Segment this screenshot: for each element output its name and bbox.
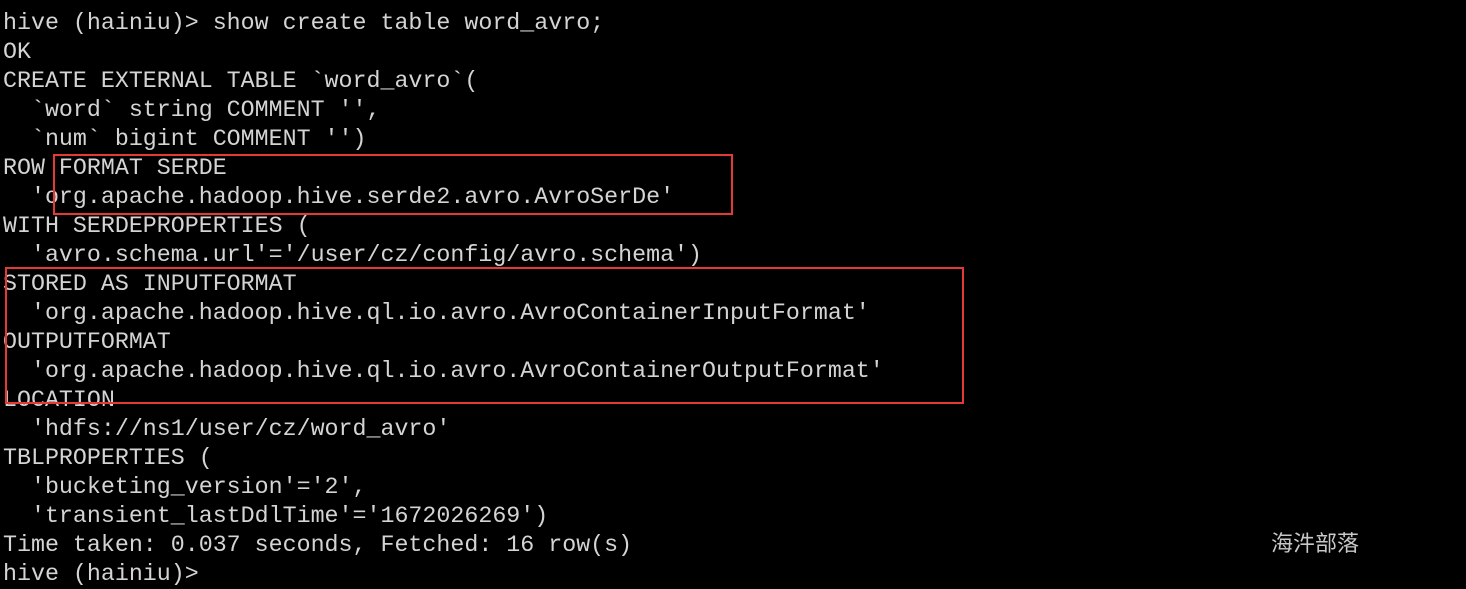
highlight-box-serde: [53, 154, 733, 215]
terminal-line: hive (hainiu)> show create table word_av…: [3, 10, 605, 36]
terminal-line: `num` bigint COMMENT ''): [3, 126, 367, 152]
terminal-line: 'bucketing_version'='2',: [3, 474, 367, 500]
terminal-line: CREATE EXTERNAL TABLE `word_avro`(: [3, 68, 479, 94]
terminal-line: WITH SERDEPROPERTIES (: [3, 213, 311, 239]
highlight-box-formats: [5, 267, 964, 404]
terminal-line: `word` string COMMENT '',: [3, 97, 381, 123]
watermark: 海汼部落: [1271, 532, 1360, 557]
terminal-line: OK: [3, 39, 31, 65]
terminal-line: 'hdfs://ns1/user/cz/word_avro': [3, 416, 451, 442]
terminal-line: 'avro.schema.url'='/user/cz/config/avro.…: [3, 242, 703, 268]
terminal-line: TBLPROPERTIES (: [3, 445, 213, 471]
terminal-line: hive (hainiu)>: [3, 561, 213, 587]
terminal-line: Time taken: 0.06 seconds: [3, 0, 884, 9]
terminal-line: Time taken: 0.037 seconds, Fetched: 16 r…: [3, 532, 633, 558]
terminal-line: 'transient_lastDdlTime'='1672026269'): [3, 503, 549, 529]
